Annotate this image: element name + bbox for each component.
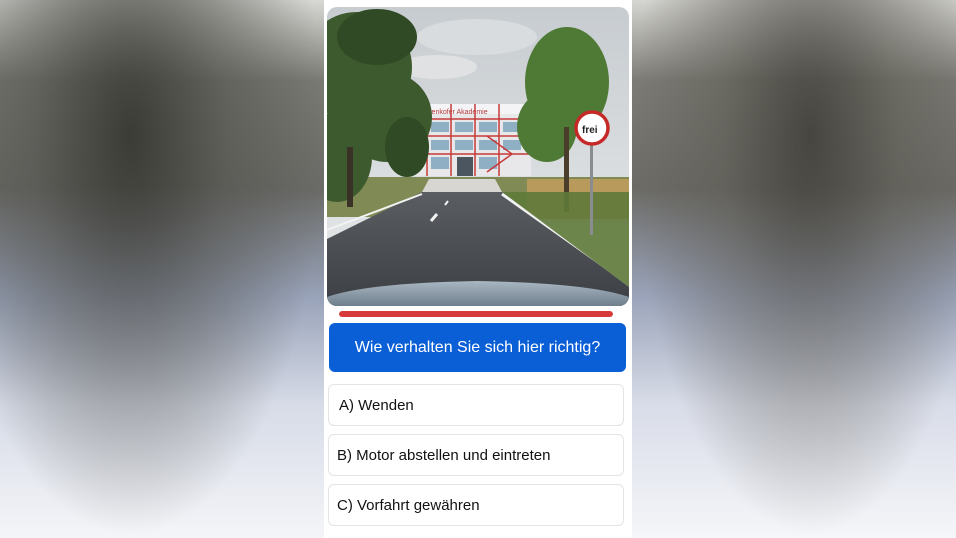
answer-option-c[interactable]: C) Vorfahrt gewähren <box>328 484 624 526</box>
building-sign-text: Attenkofer Akademie <box>423 109 488 116</box>
sign-post <box>590 145 593 235</box>
blurred-background-left <box>0 0 326 538</box>
road-sign-text: frei <box>582 125 598 136</box>
answer-option-a[interactable]: A) Wenden <box>328 384 624 426</box>
question-text: Wie verhalten Sie sich hier richtig? <box>329 323 626 372</box>
quiz-card: Attenkofer Akademie frei Wie verhalten S… <box>324 0 632 538</box>
progress-bar <box>339 311 613 317</box>
question-photo: Attenkofer Akademie frei <box>327 7 629 306</box>
progress-fill <box>339 311 613 317</box>
blurred-background-right <box>632 0 956 538</box>
answer-option-b[interactable]: B) Motor abstellen und eintreten <box>328 434 624 476</box>
